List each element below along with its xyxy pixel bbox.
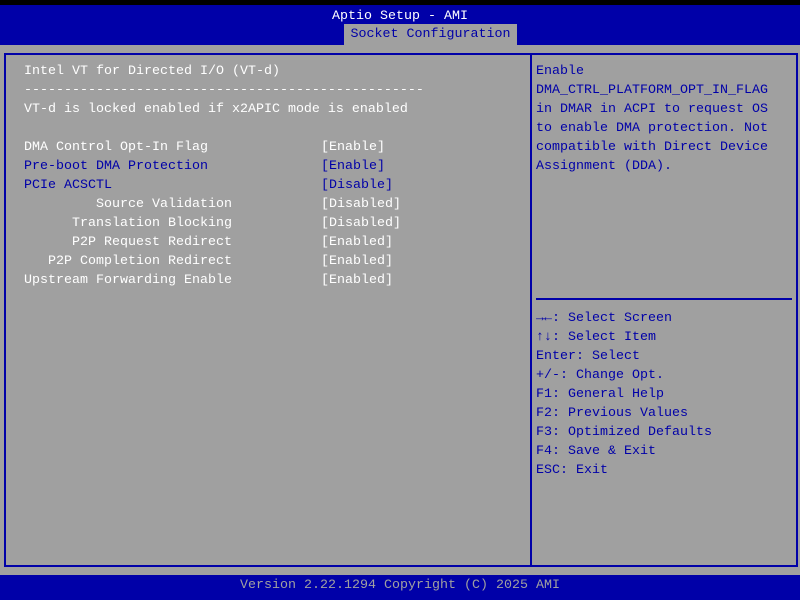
key-hint: →←: Select Screen [536, 309, 672, 328]
key-hint: F1: General Help [536, 385, 664, 404]
setting-value[interactable]: [Enable] [321, 157, 385, 176]
help-text: to enable DMA protection. Not [536, 119, 768, 138]
setting-label: Translation Blocking [24, 214, 232, 233]
header: Aptio Setup - AMI Socket Configuration [0, 5, 800, 45]
footer-version: Version 2.22.1294 Copyright (C) 2025 AMI [0, 575, 800, 600]
key-hint: F3: Optimized Defaults [536, 423, 712, 442]
setting-label[interactable]: Pre-boot DMA Protection [24, 157, 232, 176]
panel-divider [530, 53, 532, 567]
key-hint: +/-: Change Opt. [536, 366, 664, 385]
help-text: in DMAR in ACPI to request OS [536, 100, 768, 119]
setting-value: [Enabled] [321, 252, 393, 271]
setting-value[interactable]: [Enable] [321, 138, 385, 157]
key-hint: ↑↓: Select Item [536, 328, 656, 347]
key-hint: F2: Previous Values [536, 404, 688, 423]
help-separator [536, 298, 792, 300]
setting-label[interactable]: DMA Control Opt-In Flag [24, 138, 232, 157]
setting-label: Source Validation [24, 195, 232, 214]
setting-value: [Enabled] [321, 271, 393, 290]
setting-label: P2P Completion Redirect [24, 252, 232, 271]
key-hint: Enter: Select [536, 347, 640, 366]
vtd-note: VT-d is locked enabled if x2APIC mode is… [24, 100, 408, 119]
setting-label[interactable]: PCIe ACSCTL [24, 176, 232, 195]
setting-value[interactable]: [Disable] [321, 176, 393, 195]
separator: ----------------------------------------… [24, 81, 424, 100]
setting-label: Upstream Forwarding Enable [24, 271, 232, 290]
help-text: Assignment (DDA). [536, 157, 672, 176]
key-hint: ESC: Exit [536, 461, 608, 480]
setting-value: [Enabled] [321, 233, 393, 252]
setting-value: [Disabled] [321, 214, 401, 233]
setting-label: P2P Request Redirect [24, 233, 232, 252]
help-text: compatible with Direct Device [536, 138, 768, 157]
help-text: DMA_CTRL_PLATFORM_OPT_IN_FLAG [536, 81, 768, 100]
help-text: Enable [536, 62, 584, 81]
setting-value: [Disabled] [321, 195, 401, 214]
tab-socket-configuration[interactable]: Socket Configuration [344, 24, 517, 45]
key-hint: F4: Save & Exit [536, 442, 656, 461]
section-title: Intel VT for Directed I/O (VT-d) [24, 62, 280, 81]
